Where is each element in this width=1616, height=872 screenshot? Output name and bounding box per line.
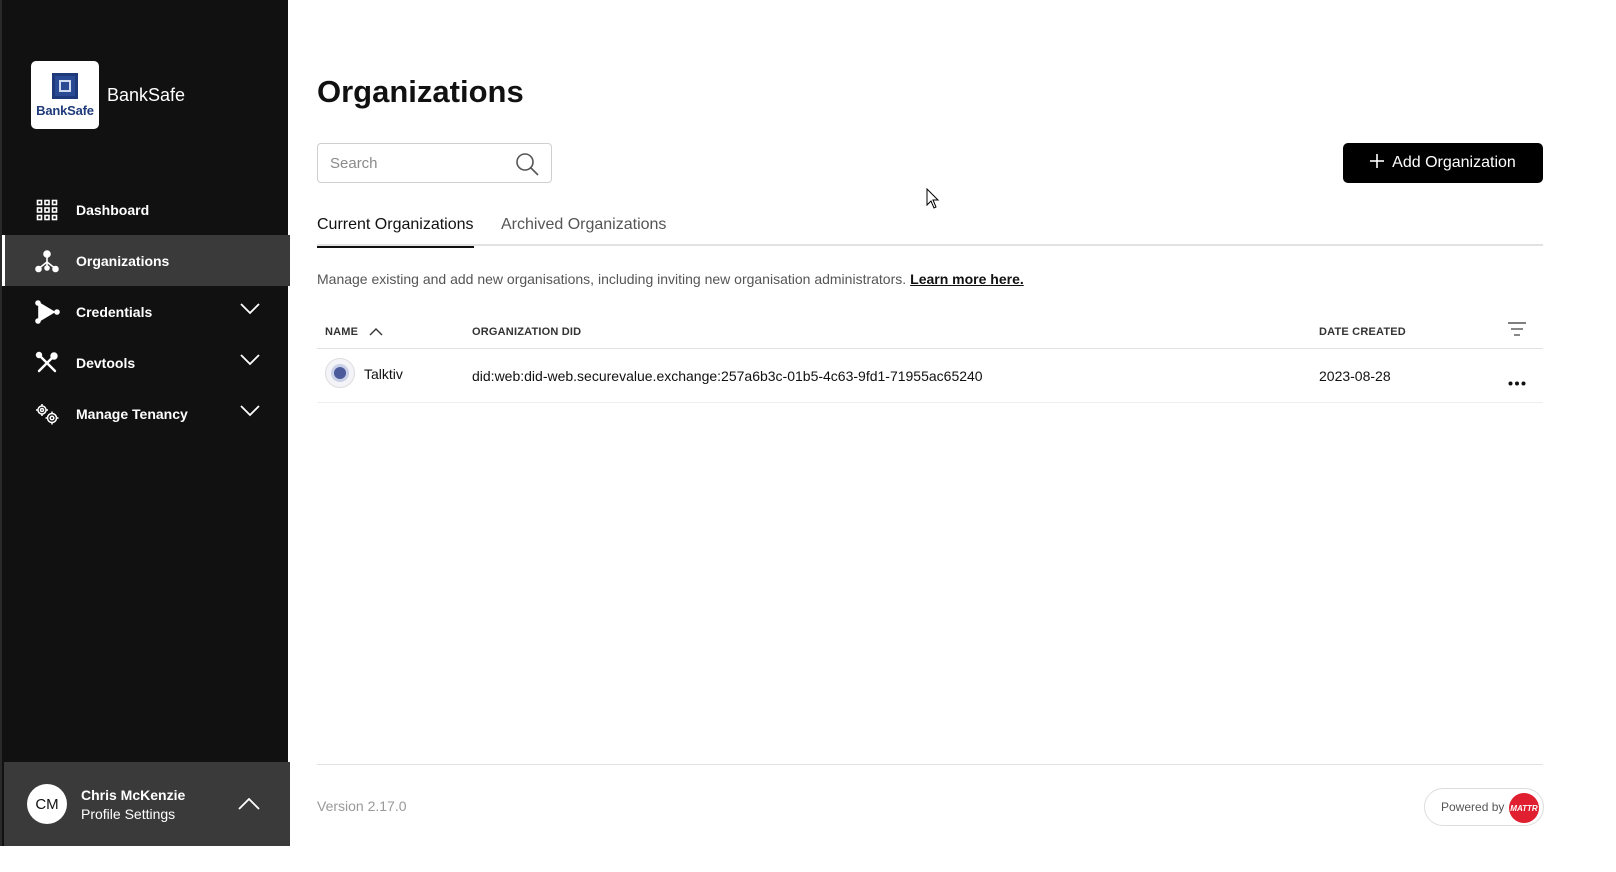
sort-ascending-icon <box>369 328 383 336</box>
page-description: Manage existing and add new organisation… <box>317 271 1024 287</box>
sidebar-nav: Dashboard Organizations Credentials Devt… <box>2 184 290 439</box>
column-header-date[interactable]: DATE CREATED <box>1319 326 1406 338</box>
sidebar-item-credentials[interactable]: Credentials <box>2 286 290 337</box>
search-icon[interactable] <box>515 152 539 181</box>
table-header: NAME ORGANIZATION DID DATE CREATED <box>317 315 1543 349</box>
avatar: CM <box>27 784 67 824</box>
profile-settings-link[interactable]: Profile Settings <box>81 806 185 822</box>
sidebar-item-devtools[interactable]: Devtools <box>2 337 290 388</box>
version-text: Version 2.17.0 <box>317 798 407 814</box>
sidebar-item-label: Credentials <box>76 303 153 320</box>
organization-name: Talktiv <box>364 366 403 382</box>
learn-more-link[interactable]: Learn more here. <box>910 271 1024 287</box>
tab-archived-organizations[interactable]: Archived Organizations <box>501 216 666 246</box>
brand-name: BankSafe <box>107 84 186 105</box>
grid-icon <box>34 197 60 223</box>
chevron-down-icon[interactable] <box>240 353 260 369</box>
column-header-did[interactable]: ORGANIZATION DID <box>472 326 581 338</box>
search-box <box>317 143 552 183</box>
profile-name: Chris McKenzie <box>81 786 186 803</box>
tools-icon <box>34 350 60 376</box>
tab-current-organizations[interactable]: Current Organizations <box>317 216 474 248</box>
sidebar: BankSafe BankSafe Dashboard Organization… <box>0 0 290 846</box>
brand-logo-text: BankSafe <box>36 102 94 118</box>
sidebar-item-label: Devtools <box>76 354 136 371</box>
sidebar-item-manage-tenancy[interactable]: Manage Tenancy <box>2 388 290 439</box>
sidebar-item-label: Manage Tenancy <box>76 405 188 422</box>
powered-by-text: Powered by <box>1441 800 1505 814</box>
chip-icon <box>52 72 78 99</box>
brand-logo: BankSafe <box>31 61 99 129</box>
mattr-logo: MATTR <box>1509 793 1539 823</box>
search-input[interactable] <box>318 144 503 182</box>
profile-text: Chris McKenzie Profile Settings <box>81 787 185 822</box>
settings-icon <box>34 401 60 427</box>
add-organization-label: Add Organization <box>1392 154 1516 171</box>
more-actions-icon[interactable] <box>1508 373 1526 389</box>
organization-logo <box>325 358 355 388</box>
brand[interactable]: BankSafe BankSafe <box>31 61 185 129</box>
credential-icon <box>34 299 60 325</box>
table-row[interactable]: Talktiv did:web:did-web.securevalue.exch… <box>317 349 1543 403</box>
plus-icon <box>1370 153 1385 173</box>
column-header-name-label: NAME <box>325 326 359 338</box>
sidebar-item-organizations[interactable]: Organizations <box>2 235 290 286</box>
organization-icon <box>34 248 60 274</box>
sidebar-item-dashboard[interactable]: Dashboard <box>2 184 290 235</box>
organizations-table: NAME ORGANIZATION DID DATE CREATED Talkt… <box>317 315 1543 403</box>
date-created: 2023-08-28 <box>1319 368 1391 384</box>
powered-by-badge[interactable]: Powered by MATTR <box>1424 788 1544 826</box>
filter-icon[interactable] <box>1508 322 1526 339</box>
column-header-name[interactable]: NAME <box>325 326 383 338</box>
sidebar-item-label: Dashboard <box>76 201 150 218</box>
chevron-up-icon[interactable] <box>238 797 260 815</box>
chevron-down-icon[interactable] <box>240 404 260 420</box>
profile-menu[interactable]: CM Chris McKenzie Profile Settings <box>4 762 290 846</box>
chevron-down-icon[interactable] <box>240 302 260 318</box>
add-organization-button[interactable]: Add Organization <box>1343 143 1543 183</box>
organization-did: did:web:did-web.securevalue.exchange:257… <box>472 368 983 384</box>
description-text: Manage existing and add new organisation… <box>317 271 907 287</box>
sidebar-item-label: Organizations <box>76 252 170 269</box>
page-title: Organizations <box>317 74 524 109</box>
organization-tabs: Current Organizations Archived Organizat… <box>317 210 1543 248</box>
footer-divider <box>317 764 1543 765</box>
